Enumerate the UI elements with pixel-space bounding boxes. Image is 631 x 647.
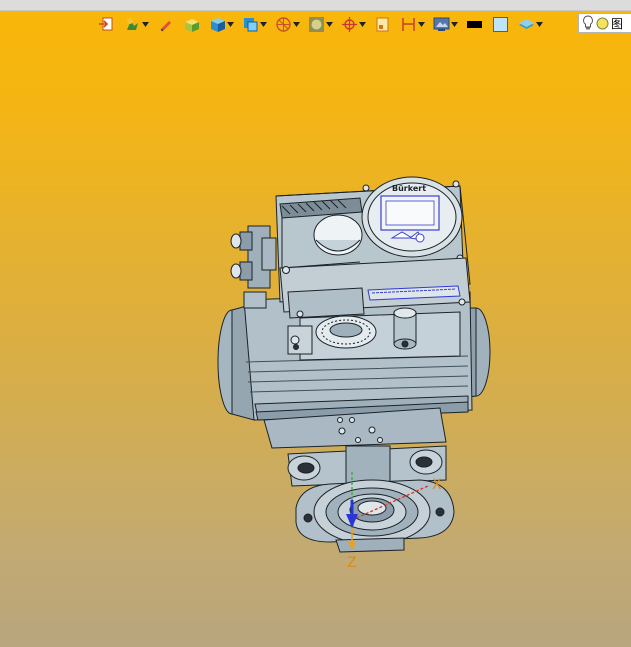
black-color-icon[interactable] — [464, 14, 484, 34]
status-circle-icon — [596, 17, 609, 30]
solid-cube-icon[interactable] — [207, 14, 227, 34]
view-toolbar — [96, 13, 549, 35]
origin-target-icon[interactable] — [339, 14, 359, 34]
scene-settings-icon[interactable] — [431, 14, 451, 34]
chevron-down-icon[interactable] — [326, 14, 333, 34]
chevron-down-icon[interactable] — [451, 14, 458, 34]
sheet-icon[interactable] — [372, 14, 392, 34]
background-color-icon[interactable] — [490, 14, 510, 34]
layer-icon[interactable] — [516, 14, 536, 34]
display-style-icon[interactable] — [306, 14, 326, 34]
search-text: 图 — [611, 16, 624, 31]
chevron-down-icon[interactable] — [227, 14, 234, 34]
chevron-down-icon[interactable] — [359, 14, 366, 34]
chevron-down-icon[interactable] — [536, 14, 543, 34]
zoom-render-icon[interactable] — [122, 14, 142, 34]
z-axis-label: Z — [347, 555, 357, 571]
lightbulb-icon — [582, 15, 594, 31]
chevron-down-icon[interactable] — [260, 14, 267, 34]
part-box-icon[interactable] — [181, 14, 201, 34]
chevron-down-icon[interactable] — [142, 14, 149, 34]
chevron-down-icon[interactable] — [293, 14, 300, 34]
pencil-icon[interactable] — [155, 14, 175, 34]
section-view-icon[interactable] — [273, 14, 293, 34]
svg-text:Bürkert: Bürkert — [392, 184, 426, 193]
window-top-strip — [0, 0, 631, 11]
view-orient-icon[interactable] — [240, 14, 260, 34]
valve-actuator-model: Bürkert — [217, 176, 491, 553]
model-viewport[interactable]: Bürkert X Z — [0, 36, 631, 647]
chevron-down-icon[interactable] — [418, 14, 425, 34]
command-search-field[interactable]: 图 — [578, 13, 631, 33]
x-axis-label: X — [432, 477, 442, 493]
exit-view-icon[interactable] — [96, 14, 116, 34]
dimension-icon[interactable] — [398, 14, 418, 34]
